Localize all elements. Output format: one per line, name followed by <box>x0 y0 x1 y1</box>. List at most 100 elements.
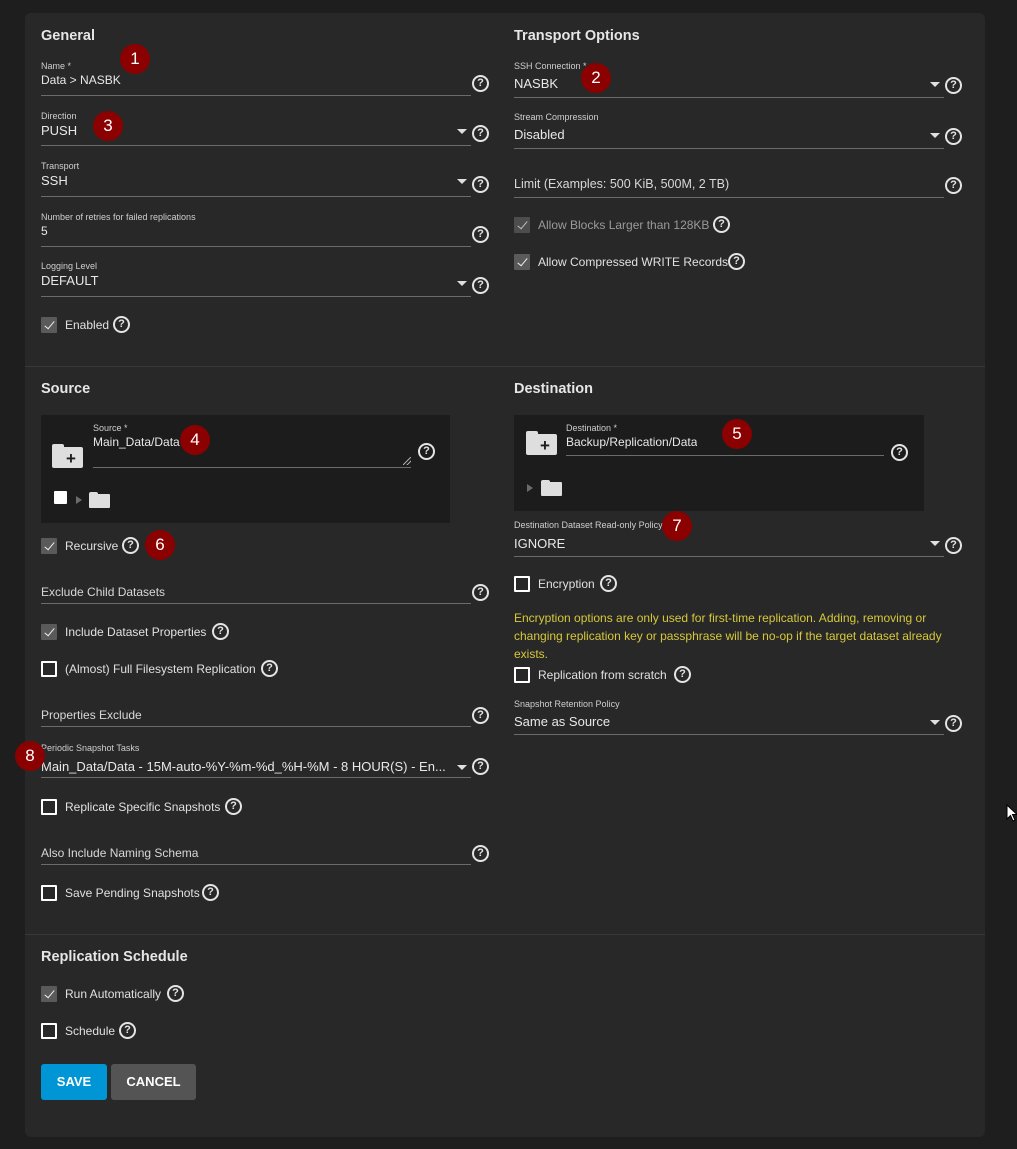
help-icon[interactable]: ? <box>713 216 730 233</box>
stream-compression-label: Stream Compression <box>514 112 599 122</box>
replicate-specific-row[interactable]: Replicate Specific Snapshots ? <box>41 798 251 817</box>
resize-handle-icon[interactable] <box>403 457 411 465</box>
help-icon[interactable]: ? <box>122 537 139 554</box>
save-pending-row[interactable]: Save Pending Snapshots ? <box>41 884 231 903</box>
schedule-checkbox[interactable] <box>41 1023 57 1039</box>
stream-compression-select[interactable]: Stream Compression Disabled ? <box>514 112 964 150</box>
enabled-checkbox-row[interactable]: Enabled ? <box>41 316 161 335</box>
help-icon[interactable]: ? <box>113 316 130 333</box>
expand-arrow-icon[interactable] <box>76 496 82 504</box>
retention-policy-select[interactable]: Snapshot Retention Policy Same as Source… <box>514 699 964 737</box>
logging-label: Logging Level <box>41 261 98 271</box>
help-icon[interactable]: ? <box>600 575 617 592</box>
help-icon[interactable]: ? <box>945 177 962 194</box>
include-props-checkbox[interactable] <box>41 624 57 640</box>
recursive-checkbox[interactable] <box>41 538 57 554</box>
periodic-snapshot-tasks-select[interactable]: Periodic Snapshot Tasks Main_Data/Data -… <box>41 743 506 779</box>
help-icon[interactable]: ? <box>945 77 962 94</box>
allow-large-blocks-row[interactable]: Allow Blocks Larger than 128KB ? <box>514 216 754 235</box>
help-icon[interactable]: ? <box>472 845 489 862</box>
help-icon[interactable]: ? <box>212 623 229 640</box>
help-icon[interactable]: ? <box>225 798 242 815</box>
periodic-tasks-label: Periodic Snapshot Tasks <box>41 743 140 753</box>
allow-large-blocks-checkbox[interactable] <box>514 217 530 233</box>
naming-schema-input[interactable]: Also Include Naming Schema ? <box>41 844 506 866</box>
help-icon[interactable]: ? <box>167 985 184 1002</box>
full-fs-row[interactable]: (Almost) Full Filesystem Replication ? <box>41 660 291 679</box>
help-icon[interactable]: ? <box>728 253 745 270</box>
retries-value[interactable]: 5 <box>41 224 48 238</box>
transport-select[interactable]: Transport SSH ? <box>41 161 506 197</box>
tree-node-checkbox[interactable] <box>54 491 67 504</box>
destination-value[interactable]: Backup/Replication/Data <box>566 435 697 449</box>
allow-compressed-row[interactable]: Allow Compressed WRITE Records ? <box>514 253 764 272</box>
help-icon[interactable]: ? <box>472 584 489 601</box>
chevron-down-icon[interactable] <box>457 765 467 770</box>
help-icon[interactable]: ? <box>472 226 489 243</box>
run-automatically-checkbox[interactable] <box>41 986 57 1002</box>
help-icon[interactable]: ? <box>945 537 962 554</box>
help-icon[interactable]: ? <box>674 666 691 683</box>
help-icon[interactable]: ? <box>472 277 489 294</box>
help-icon[interactable]: ? <box>891 444 908 461</box>
transport-value: SSH <box>41 173 68 188</box>
replicate-specific-checkbox[interactable] <box>41 799 57 815</box>
source-value[interactable]: Main_Data/Data <box>93 435 180 449</box>
help-icon[interactable]: ? <box>945 715 962 732</box>
encryption-row[interactable]: Encryption ? <box>514 575 634 594</box>
exclude-child-underline <box>41 603 471 604</box>
chevron-down-icon[interactable] <box>930 133 940 138</box>
help-icon[interactable]: ? <box>945 128 962 145</box>
destination-label: Destination * <box>566 423 618 433</box>
chevron-down-icon[interactable] <box>457 179 467 184</box>
limit-underline <box>514 197 944 198</box>
replication-from-scratch-row[interactable]: Replication from scratch ? <box>514 666 714 685</box>
recursive-row[interactable]: Recursive ? <box>41 537 151 556</box>
help-icon[interactable]: ? <box>418 443 435 460</box>
save-pending-checkbox[interactable] <box>41 885 57 901</box>
source-field[interactable]: Source * Main_Data/Data <box>93 423 423 469</box>
chevron-down-icon[interactable] <box>457 281 467 286</box>
allow-compressed-checkbox[interactable] <box>514 254 530 270</box>
replication-from-scratch-label: Replication from scratch <box>538 668 667 682</box>
full-fs-checkbox[interactable] <box>41 661 57 677</box>
help-icon[interactable]: ? <box>261 660 278 677</box>
logging-level-select[interactable]: Logging Level DEFAULT ? <box>41 261 506 297</box>
schedule-label: Schedule <box>65 1024 116 1038</box>
allow-compressed-label: Allow Compressed WRITE Records <box>538 255 729 269</box>
schedule-row[interactable]: Schedule ? <box>41 1022 141 1041</box>
help-icon[interactable]: ? <box>119 1022 136 1039</box>
folder-plus-icon[interactable]: + <box>526 431 557 455</box>
folder-plus-icon[interactable]: + <box>52 444 83 468</box>
allow-large-blocks-label: Allow Blocks Larger than 128KB <box>538 218 710 232</box>
retries-field[interactable]: Number of retries for failed replication… <box>41 212 506 248</box>
help-icon[interactable]: ? <box>472 176 489 193</box>
readonly-policy-select[interactable]: Destination Dataset Read-only Policy IGN… <box>514 520 964 558</box>
exclude-child-datasets-input[interactable]: Exclude Child Datasets ? <box>41 583 506 605</box>
include-props-row[interactable]: Include Dataset Properties ? <box>41 623 251 642</box>
replication-from-scratch-checkbox[interactable] <box>514 667 530 683</box>
help-icon[interactable]: ? <box>472 707 489 724</box>
cancel-button[interactable]: CANCEL <box>111 1064 196 1100</box>
help-icon[interactable]: ? <box>472 75 489 92</box>
help-icon[interactable]: ? <box>472 125 489 142</box>
destination-explorer: + Destination * Backup/Replication/Data … <box>514 415 924 511</box>
help-icon[interactable]: ? <box>202 884 219 901</box>
expand-arrow-icon[interactable] <box>527 484 533 492</box>
name-value[interactable]: Data > NASBK <box>41 73 461 87</box>
name-field[interactable]: Name * Data > NASBK ? <box>41 61 506 97</box>
stream-compression-value: Disabled <box>514 127 565 142</box>
run-automatically-row[interactable]: Run Automatically ? <box>41 985 191 1004</box>
save-button[interactable]: SAVE <box>41 1064 107 1100</box>
encryption-checkbox[interactable] <box>514 576 530 592</box>
chevron-down-icon[interactable] <box>930 541 940 546</box>
properties-exclude-input[interactable]: Properties Exclude ? <box>41 706 506 728</box>
chevron-down-icon[interactable] <box>930 720 940 725</box>
limit-input[interactable]: Limit (Examples: 500 KiB, 500M, 2 TB) ? <box>514 173 964 199</box>
help-icon[interactable]: ? <box>472 758 489 775</box>
chevron-down-icon[interactable] <box>930 82 940 87</box>
chevron-down-icon[interactable] <box>457 129 467 134</box>
page-background <box>985 0 1017 1149</box>
full-fs-label: (Almost) Full Filesystem Replication <box>65 662 256 676</box>
enabled-checkbox[interactable] <box>41 317 57 333</box>
